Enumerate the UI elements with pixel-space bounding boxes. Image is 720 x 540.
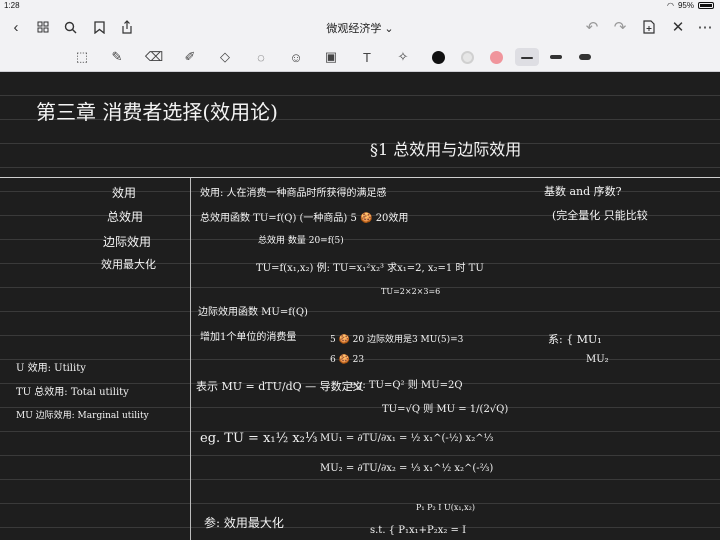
- note-r10: 5 🍪 20 边际效用是3 MU(5)=3: [330, 335, 464, 345]
- note-r5: TU=2×2×3=6: [381, 287, 441, 296]
- image-icon[interactable]: ▣: [322, 48, 340, 66]
- text-icon[interactable]: T: [358, 48, 376, 66]
- note-r2: 总效用函数 TU=f(Q) (一种商品) 5 🍪 20效用: [200, 213, 409, 224]
- note-r22: s.t. { P₁x₁+P₂x₂ = I: [370, 525, 467, 536]
- stroke-medium[interactable]: [550, 55, 562, 59]
- pen-icon[interactable]: ✎: [108, 48, 126, 66]
- lasso-select-icon[interactable]: ◌: [252, 48, 270, 66]
- wifi-icon: ◠: [667, 1, 674, 10]
- left-term-2: 总效用: [107, 210, 144, 224]
- note-r1: 效用: 人在消费一种商品时所获得的满足感: [200, 188, 387, 199]
- undo-icon[interactable]: ↶: [582, 18, 602, 36]
- left-term-4: 效用最大化: [101, 258, 156, 271]
- color-white[interactable]: [461, 51, 474, 64]
- drawing-toolbar: ⬚ ✎ ⌫ ✐ ◇ ◌ ☺ ▣ T ✧: [0, 42, 720, 72]
- divider-horizontal: [0, 177, 720, 178]
- note-r18: MU₁ = ∂TU/∂x₁ = ½ x₁^(-½) x₂^⅓: [320, 433, 494, 444]
- left-def-3: MU 边际效用: Marginal utility: [16, 411, 149, 421]
- note-r15: eg: TU=Q² 则 MU=2Q: [350, 380, 463, 391]
- close-icon[interactable]: ✕: [668, 18, 688, 36]
- left-term-1: 效用: [112, 186, 137, 200]
- section-title: §1 总效用与边际效用: [370, 140, 522, 159]
- status-time: 1:28: [4, 1, 20, 10]
- note-r14: 表示 MU = dTU/dQ — 导数定义: [196, 380, 364, 393]
- laser-icon[interactable]: ✧: [394, 48, 412, 66]
- highlighter-icon[interactable]: ✐: [181, 48, 199, 66]
- stroke-thin[interactable]: [521, 57, 533, 59]
- status-bar: 1:28 ◠ 95%: [0, 0, 720, 12]
- add-page-icon[interactable]: [639, 18, 659, 36]
- note-r8: 边际效用函数 MU=f(Q): [198, 307, 308, 318]
- lasso-icon[interactable]: ⬚: [73, 48, 91, 66]
- note-canvas[interactable]: 第三章 消费者选择(效用论) §1 总效用与边际效用 效用 总效用 边际效用 效…: [0, 72, 720, 540]
- note-r20: 参: 效用最大化: [204, 516, 284, 530]
- note-r3: 总效用 数量 20=f(5): [258, 236, 344, 246]
- color-black[interactable]: [432, 51, 445, 64]
- battery-icon: [698, 2, 714, 9]
- more-icon[interactable]: ⋯: [695, 18, 715, 36]
- battery-percent: 95%: [677, 1, 694, 10]
- note-r7: (完全量化 只能比较: [552, 209, 648, 222]
- color-pink[interactable]: [490, 51, 503, 64]
- divider-vertical: [190, 178, 191, 540]
- note-r12: 系: { MU₁: [548, 333, 602, 346]
- note-r21: P₁ P₂ I U(x₁,x₂): [416, 503, 475, 512]
- eraser-icon[interactable]: ⌫: [145, 48, 163, 66]
- redo-icon[interactable]: ↷: [610, 18, 630, 36]
- note-r17: eg. TU = x₁½ x₂⅓: [200, 431, 318, 446]
- note-r13: MU₂: [586, 354, 609, 365]
- left-term-3: 边际效用: [103, 235, 152, 249]
- left-def-2: TU 总效用: Total utility: [16, 387, 129, 398]
- note-r4: TU=f(x₁,x₂) 例: TU=x₁²x₂³ 求x₁=2, x₂=1 时 T…: [256, 263, 484, 274]
- status-right: ◠ 95%: [667, 1, 714, 10]
- note-r19: MU₂ = ∂TU/∂x₂ = ⅓ x₁^½ x₂^(-⅔): [320, 463, 494, 474]
- note-r6: 基数 and 序数?: [544, 185, 622, 198]
- nav-bar: ‹ 微观经济学 ⌄ ↶ ↷ ✕ ⋯: [0, 12, 720, 42]
- stroke-thick[interactable]: [579, 54, 591, 60]
- sticker-icon[interactable]: ☺: [287, 48, 305, 66]
- note-r16: TU=√Q 则 MU = 1/(2√Q): [382, 404, 509, 415]
- note-r11: 6 🍪 23: [330, 355, 365, 365]
- left-def-1: U 效用: Utility: [16, 363, 86, 374]
- shapes-icon[interactable]: ◇: [216, 48, 234, 66]
- note-r9: 增加1个单位的消费量: [200, 332, 297, 343]
- chapter-title: 第三章 消费者选择(效用论): [36, 100, 278, 124]
